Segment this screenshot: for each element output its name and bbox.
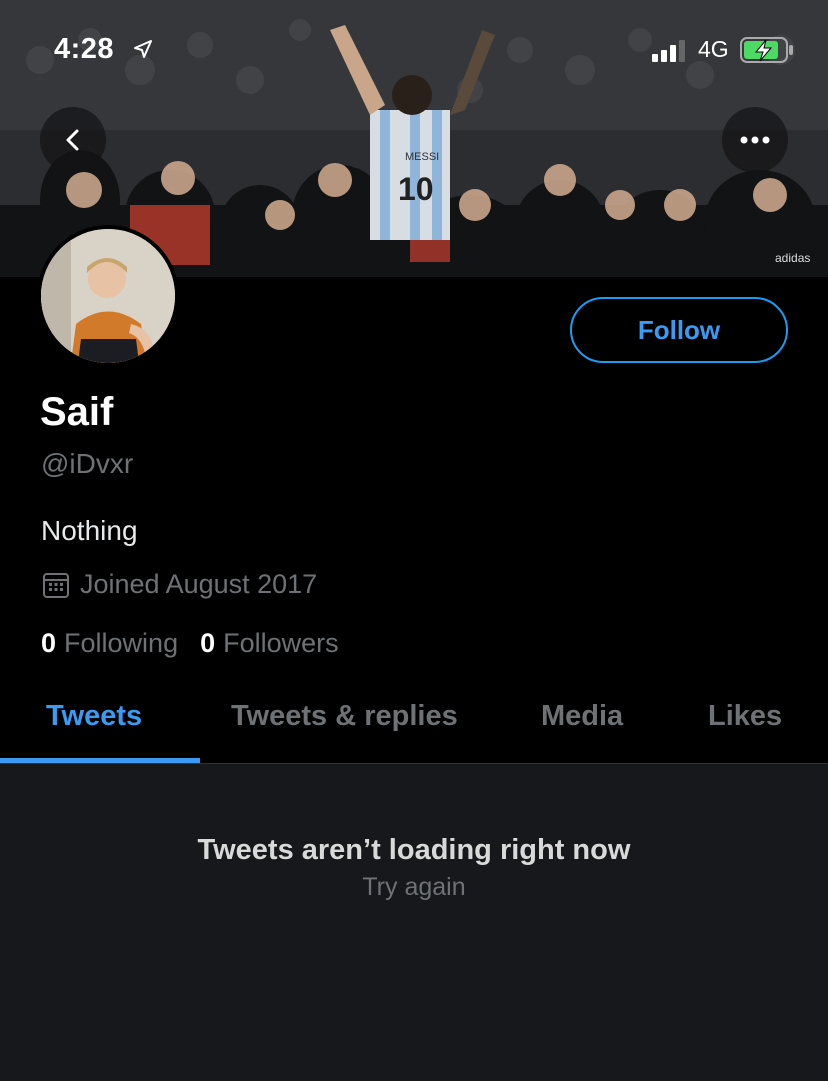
following-count: 0 [41,628,57,658]
calendar-icon [43,572,69,598]
profile-tabs: Tweets Tweets & replies Media Likes [0,682,828,764]
follow-stats: 0 Following 0 Followers [41,628,361,659]
tab-likes[interactable]: Likes [708,700,782,733]
svg-text:MESSI: MESSI [405,151,439,163]
svg-text:10: 10 [398,171,434,207]
tab-tweets[interactable]: Tweets [46,700,142,733]
avatar-photo [41,229,175,363]
network-type: 4G [698,36,729,62]
active-tab-indicator [0,758,200,763]
display-name: Saif [40,390,114,434]
joined-text: Joined August 2017 [80,569,318,599]
location-arrow-icon [134,40,152,58]
joined-date: Joined August 2017 [41,569,317,600]
more-options-button[interactable] [722,107,788,173]
followers-count: 0 [200,628,216,658]
battery-charging-icon [740,37,793,63]
svg-text:adidas: adidas [775,251,810,265]
back-button[interactable] [40,107,106,173]
bio: Nothing [41,515,138,546]
try-again-link[interactable]: Try again [0,873,828,902]
followers-link[interactable]: 0 Followers [200,628,339,659]
tab-tweets-replies[interactable]: Tweets & replies [231,700,458,733]
avatar[interactable] [37,225,179,367]
tab-media[interactable]: Media [541,700,623,733]
user-handle: @iDvxr [41,448,134,479]
tweets-panel [0,764,828,1081]
more-horizontal-icon [740,136,770,144]
error-message: Tweets aren’t loading right now [197,834,631,866]
signal-strength-icon [652,40,685,62]
status-time: 4:28 [54,33,115,65]
follow-button[interactable]: Follow [570,297,788,363]
following-link[interactable]: 0 Following [41,628,178,659]
chevron-left-icon [66,129,79,151]
followers-label: Followers [223,628,339,658]
status-bar: 4:28 4G [0,0,828,100]
following-label: Following [64,628,179,658]
